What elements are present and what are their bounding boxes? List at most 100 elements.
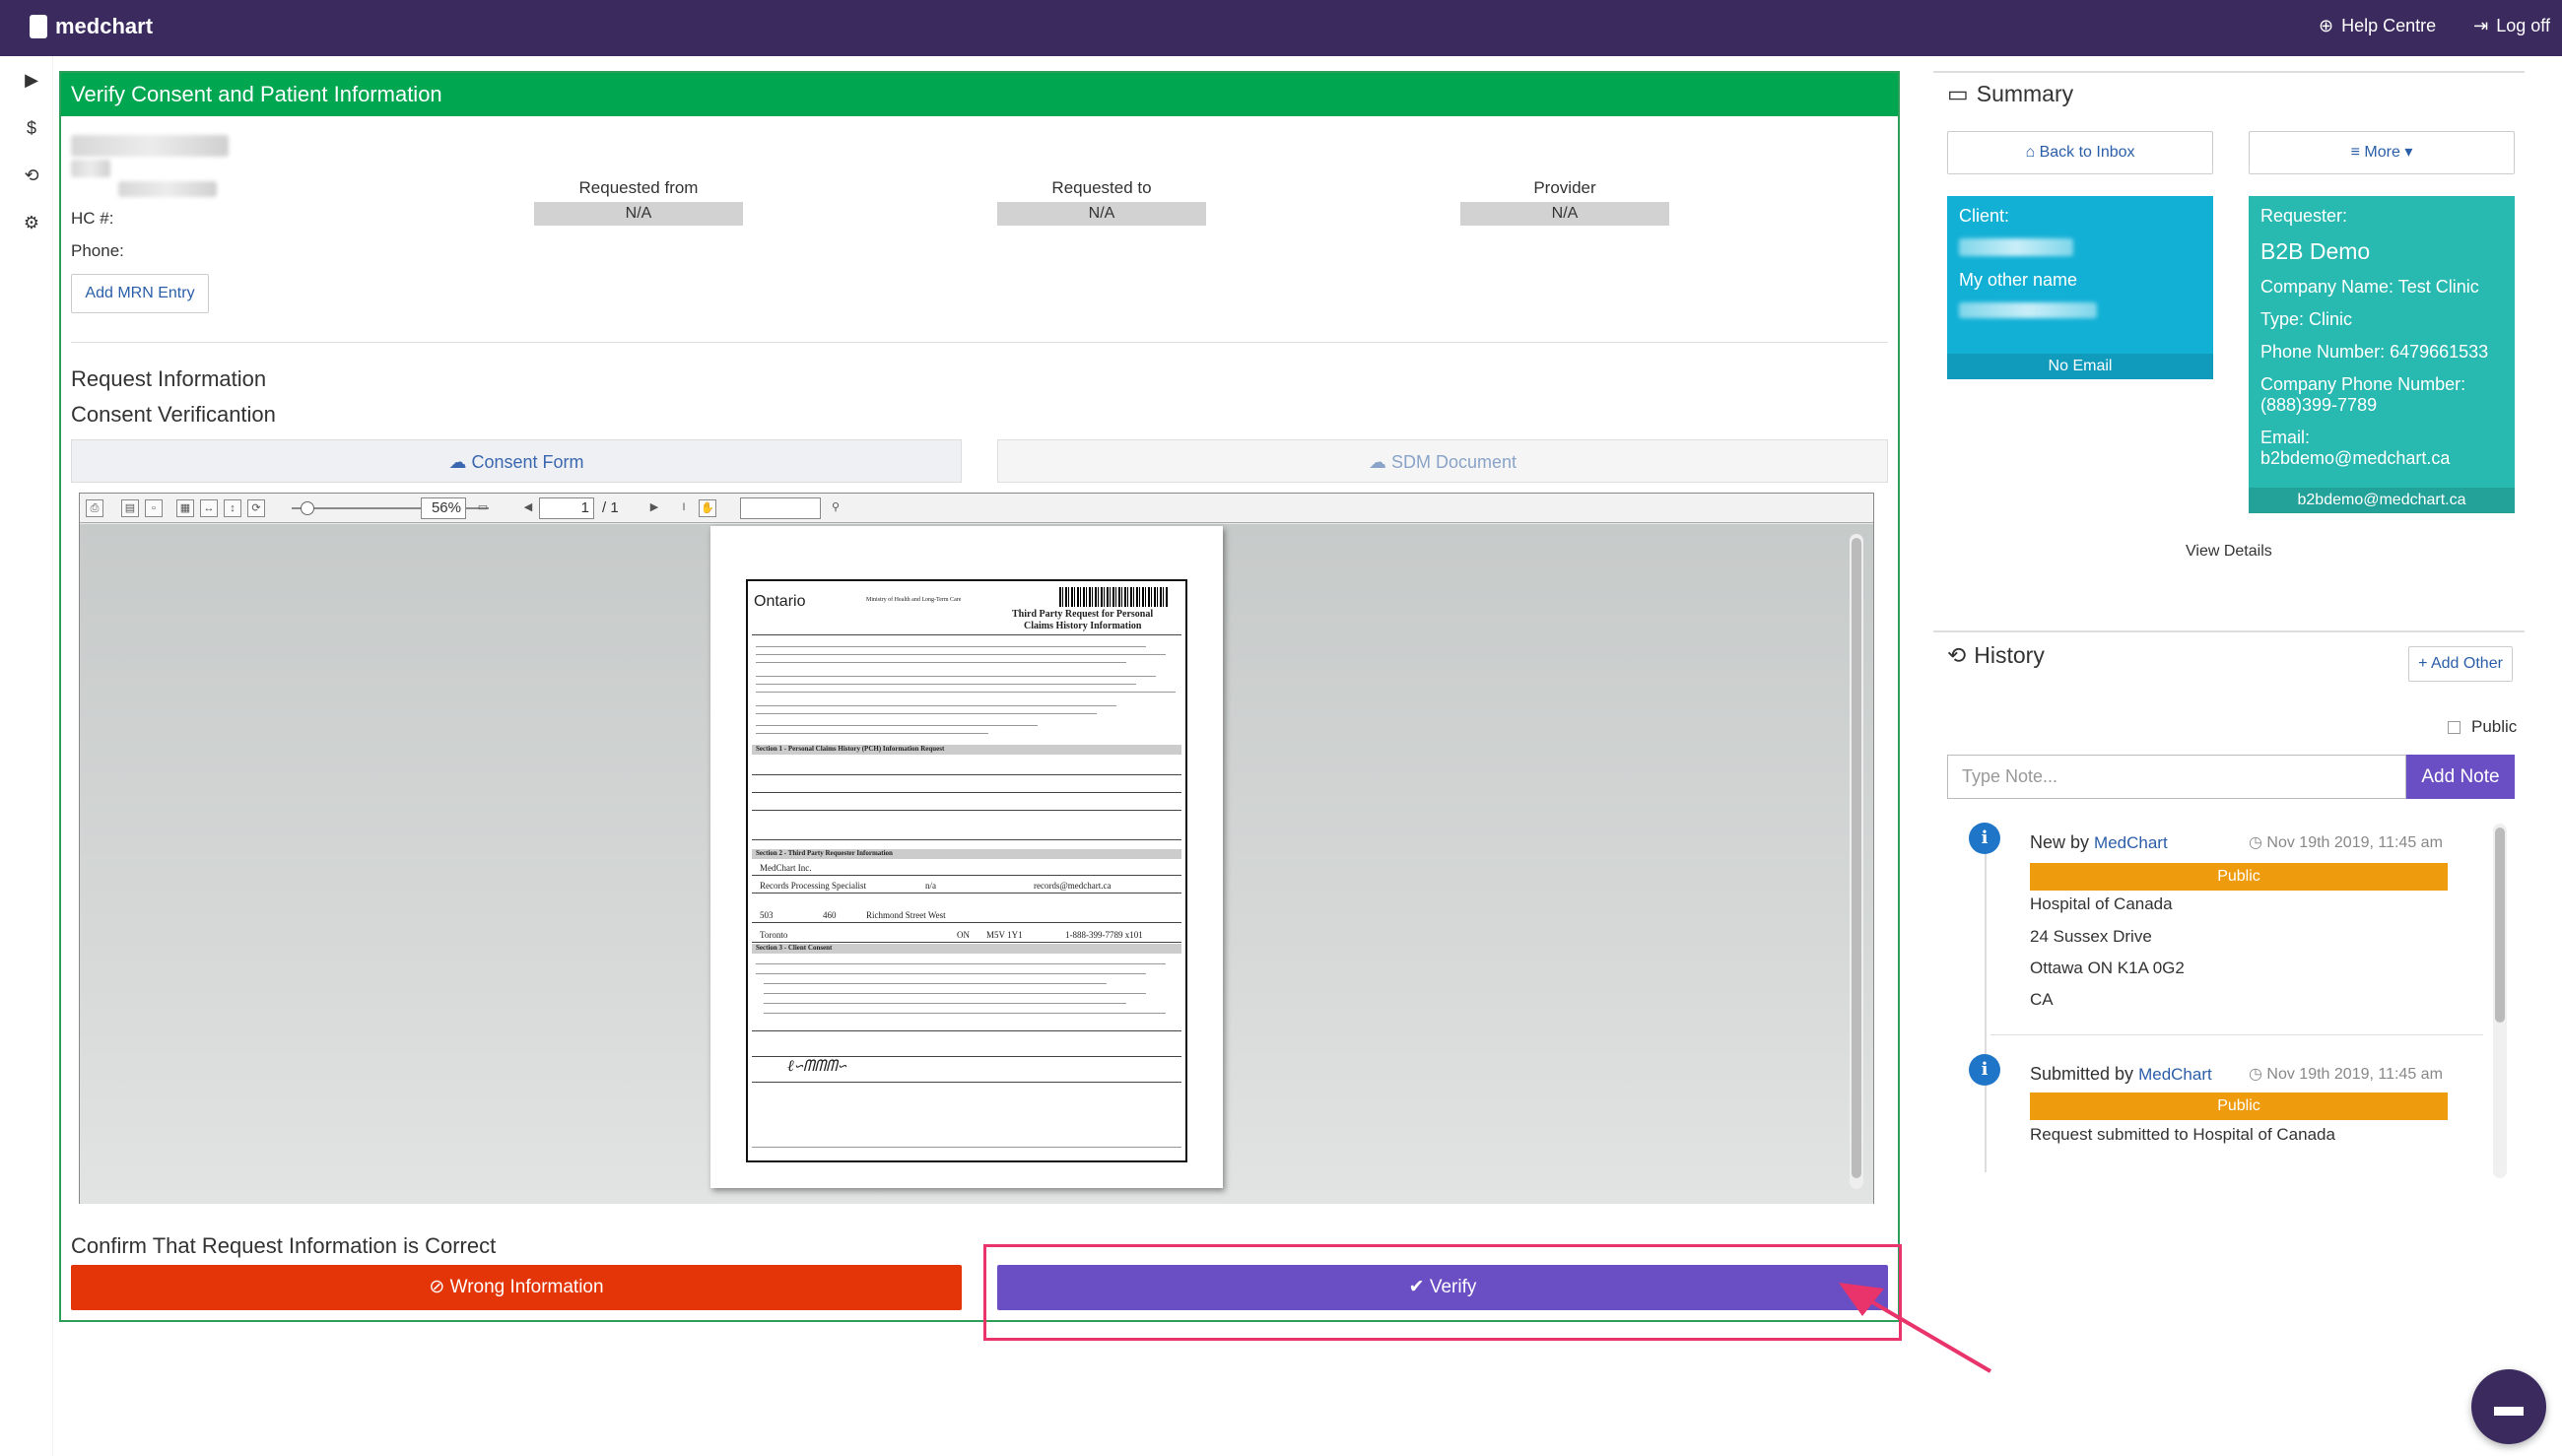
- tab-sdm-document[interactable]: ☁ SDM Document: [997, 439, 1888, 483]
- request-information-title: Request Information: [71, 366, 267, 391]
- pan-hand-icon[interactable]: ✋: [699, 499, 716, 517]
- patient-id-redacted: [71, 160, 110, 177]
- back-to-inbox-button[interactable]: ⌂ Back to Inbox: [1947, 131, 2213, 174]
- form-rule: [756, 713, 1097, 714]
- help-centre-link[interactable]: ⊕ Help Centre: [2319, 16, 2436, 36]
- wrong-information-button[interactable]: ⊘ Wrong Information: [71, 1265, 962, 1310]
- pdf-scrollbar-thumb[interactable]: [1852, 538, 1861, 1178]
- form-rule: [756, 676, 1156, 677]
- form-rule: [752, 1082, 1181, 1083]
- log-off-link[interactable]: ⇥ Log off: [2473, 16, 2550, 36]
- history-item-author[interactable]: MedChart: [2138, 1065, 2212, 1084]
- folder-icon: ▭: [1947, 81, 1969, 106]
- next-page-icon[interactable]: ▶: [645, 499, 663, 517]
- requested-to: Requested to N/A: [997, 178, 1206, 226]
- pdf-search-input[interactable]: [740, 497, 821, 519]
- signature: ℓ∽ᗰᗰᗰ∽: [787, 1058, 847, 1075]
- form-rule: [756, 963, 1166, 964]
- history-title: ⟲ History: [1947, 642, 2045, 669]
- play-icon[interactable]: ▶: [22, 70, 41, 90]
- form-rule: [752, 1030, 1181, 1031]
- add-note-button[interactable]: Add Note: [2406, 755, 2515, 799]
- requester-company-phone: Company Phone Number: (888)399-7789: [2260, 374, 2466, 415]
- ministry-text: Ministry of Health and Long-Term Care: [866, 597, 962, 603]
- provider: Provider N/A: [1460, 178, 1669, 226]
- form-rule: [752, 875, 1181, 876]
- presentation-icon[interactable]: ▭: [474, 499, 492, 517]
- print-icon[interactable]: ⎙: [86, 499, 103, 517]
- grid-view-icon[interactable]: ▦: [176, 499, 194, 517]
- tab-consent-form[interactable]: ☁ Consent Form: [71, 439, 962, 483]
- section-2-title: Section 2 - Third Party Requester Inform…: [756, 849, 893, 857]
- form-rule: [752, 1147, 1181, 1148]
- form-rule: [756, 973, 1146, 974]
- billing-icon[interactable]: $: [22, 118, 41, 138]
- pdf-scrollbar[interactable]: [1850, 534, 1863, 1189]
- chat-widget-button[interactable]: ▬: [2471, 1369, 2546, 1444]
- form-rule: [756, 684, 1136, 685]
- fit-page-icon[interactable]: ↕: [224, 499, 241, 517]
- history-item-line: Hospital of Canada: [2030, 894, 2173, 913]
- history-item-time: ◷ Nov 19th 2019, 11:45 am: [2249, 834, 2443, 851]
- add-other-button[interactable]: + Add Other: [2408, 646, 2513, 682]
- section-1-title: Section 1 - Personal Claims History (PCH…: [756, 745, 945, 753]
- requester-name-value: MedChart Inc.: [760, 863, 812, 873]
- public-checkbox[interactable]: [2448, 721, 2461, 734]
- form-rule: [756, 725, 1038, 726]
- left-rail: ▶ $ ⟲ ⚙: [0, 56, 53, 1456]
- rotate-icon[interactable]: ⟳: [247, 499, 265, 517]
- search-icon[interactable]: ⚲: [827, 499, 844, 517]
- zoom-slider-knob[interactable]: [301, 501, 314, 515]
- timeline-line: [1985, 837, 1987, 1172]
- history-scrollbar-thumb[interactable]: [2495, 827, 2505, 1023]
- note-input[interactable]: Type Note...: [1947, 755, 2406, 799]
- requester-name: B2B Demo: [2260, 238, 2371, 264]
- email-value: records@medchart.ca: [1034, 881, 1112, 891]
- history-item-title: Submitted by MedChart: [2030, 1064, 2212, 1085]
- history-label: History: [1974, 642, 2045, 668]
- summary-label: Summary: [1976, 81, 2074, 106]
- pdf-viewer: ⎙ ▤ ▫ ▦ ↔ ↕ ⟳ 56% ▭ ◀ 1 / 1 ▶ I ✋ ⚲ Onta…: [79, 493, 1874, 1204]
- provider-value: N/A: [1460, 202, 1669, 226]
- form-rule: [756, 654, 1166, 655]
- form-title-line1: Third Party Request for Personal: [1012, 609, 1154, 620]
- history-item-author[interactable]: MedChart: [2094, 833, 2168, 852]
- public-badge: Public: [2030, 863, 2448, 891]
- form-title-line2: Claims History Information: [1024, 621, 1142, 631]
- add-mrn-button[interactable]: Add MRN Entry: [71, 274, 209, 313]
- history-scrollbar[interactable]: [2493, 824, 2507, 1178]
- fit-width-icon[interactable]: ↔: [200, 499, 218, 517]
- form-rule: [756, 692, 1176, 693]
- unit-value: 503: [760, 910, 774, 920]
- street-no-value: 460: [823, 910, 837, 920]
- text-select-icon[interactable]: I: [675, 499, 693, 517]
- medchart-logo-icon: [30, 15, 47, 38]
- province-value: ON: [957, 930, 970, 940]
- confirm-title: Confirm That Request Information is Corr…: [71, 1233, 497, 1258]
- more-dropdown-button[interactable]: ≡ More ▾: [2249, 131, 2515, 174]
- page-number-input[interactable]: 1: [539, 497, 594, 519]
- public-checkbox-label: Public: [2471, 717, 2518, 736]
- thumbnail-icon[interactable]: ▫: [145, 499, 163, 517]
- patient-name-redacted: [71, 135, 229, 157]
- client-label: Client:: [1959, 206, 2010, 226]
- top-navbar: medchart ⊕ Help Centre ⇥ Log off: [0, 0, 2562, 56]
- zoom-input[interactable]: 56%: [421, 497, 466, 519]
- pdf-canvas: Ontario Ministry of Health and Long-Term…: [80, 524, 1873, 1204]
- requester-card: Requester: B2B Demo Company Name: Test C…: [2249, 196, 2515, 513]
- settings-icon[interactable]: ⚙: [22, 213, 41, 232]
- brand-logo[interactable]: medchart: [30, 14, 153, 39]
- form-rule: [756, 705, 1116, 706]
- history-item-time: ◷ Nov 19th 2019, 11:45 am: [2249, 1066, 2443, 1083]
- history-icon[interactable]: ⟲: [22, 165, 41, 185]
- patient-dob-redacted: [118, 181, 217, 197]
- single-page-icon[interactable]: ▤: [121, 499, 139, 517]
- contact-value: Records Processing Specialist: [760, 881, 866, 891]
- prev-page-icon[interactable]: ◀: [519, 499, 537, 517]
- consent-verification-title: Consent Verificantion: [71, 402, 276, 427]
- barcode: [1059, 587, 1168, 607]
- form-rule: [764, 983, 1107, 984]
- form-rule: [752, 942, 1181, 943]
- view-details-link[interactable]: View Details: [2186, 543, 2272, 561]
- info-icon: i: [1969, 1054, 2000, 1086]
